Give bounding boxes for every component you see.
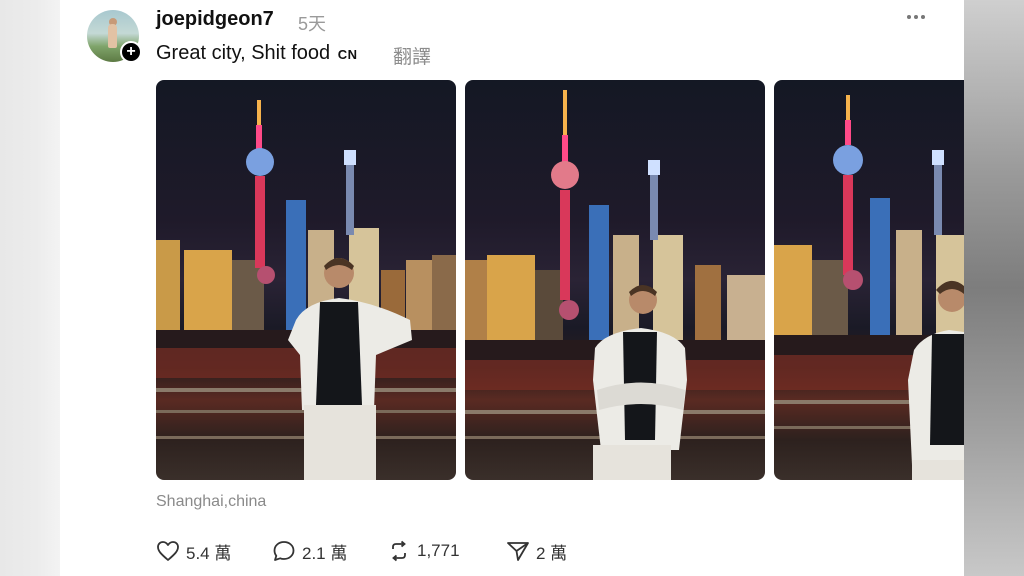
repost-button[interactable]: 1,771 (387, 538, 460, 564)
photo-3[interactable] (774, 80, 964, 480)
background-left (0, 0, 60, 576)
comment-icon (273, 541, 295, 561)
post-card: + joepidgeon7 5天 Great city, Shit food C… (60, 0, 964, 576)
caption-text: Great city, Shit food (156, 42, 331, 64)
username[interactable]: joepidgeon7 (156, 8, 274, 31)
reply-button[interactable]: 2.1 萬 (272, 538, 347, 564)
more-options-button[interactable] (903, 6, 929, 32)
share-button[interactable]: 2 萬 (506, 538, 567, 564)
background-right (964, 0, 1024, 576)
photo-1[interactable] (156, 80, 456, 480)
reply-count: 2.1 萬 (302, 543, 348, 563)
photo-1-scene (156, 100, 456, 480)
translate-link[interactable]: 翻譯 (393, 42, 431, 69)
repost-icon (392, 540, 406, 562)
heart-icon (157, 541, 179, 561)
follow-plus-icon[interactable]: + (120, 41, 142, 63)
location-label[interactable]: Shanghai,china (156, 493, 266, 511)
share-count: 2 萬 (536, 543, 568, 563)
caption-badge: CN (337, 47, 358, 62)
photo-3-scene (774, 95, 964, 480)
send-icon (507, 542, 529, 561)
post-caption: Great city, Shit food CN (156, 42, 358, 65)
like-count: 5.4 萬 (186, 543, 232, 563)
photo-2[interactable] (465, 80, 765, 480)
avatar-figure (108, 24, 117, 48)
repost-count: 1,771 (417, 541, 460, 560)
photo-2-scene (465, 90, 765, 480)
like-button[interactable]: 5.4 萬 (156, 538, 231, 564)
ellipsis-icon (907, 15, 925, 19)
timestamp: 5天 (298, 14, 327, 34)
